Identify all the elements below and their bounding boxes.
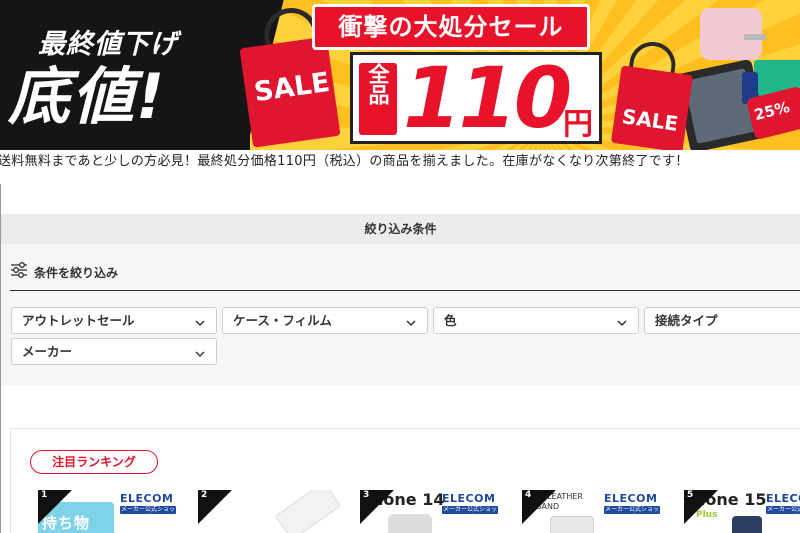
- price-box: 全品 110 円: [350, 49, 602, 147]
- chevron-down-icon: [405, 314, 417, 333]
- brand-logo: ELECOM: [766, 492, 800, 505]
- filter-select-connection-type[interactable]: 接続タイプ: [644, 307, 800, 334]
- filter-select-maker[interactable]: メーカー: [11, 338, 217, 365]
- brand-sub-text: メーカー公式ショップ: [442, 506, 497, 521]
- brand-logo: ELECOM: [120, 492, 174, 505]
- select-value: 接続タイプ: [655, 313, 718, 328]
- brand-sub-badge: メーカー公式ショップ: [120, 506, 176, 521]
- chevron-down-icon: [616, 314, 628, 333]
- banner-title: 底値!: [8, 60, 167, 133]
- product-image: [388, 514, 432, 533]
- charger-plug-icon: [744, 34, 766, 40]
- filter-sliders-icon: [10, 261, 28, 283]
- sale-price: 110: [403, 49, 572, 147]
- hero-banner[interactable]: 最終値下げ 底値! SALE 衝撃の大処分セール 全品 110 円 SALE 2…: [0, 0, 800, 150]
- all-items-text: 全品: [366, 63, 390, 105]
- rank-number: 3: [363, 490, 370, 500]
- chevron-down-icon: [194, 314, 206, 333]
- select-value: アウトレットセール: [22, 313, 135, 328]
- all-items-badge: 全品: [359, 63, 397, 135]
- brand-logo: ELECOM: [442, 492, 496, 505]
- price-currency: 円: [563, 107, 593, 142]
- rank-number: 5: [687, 490, 694, 500]
- brand-sub-badge: メーカー公式ショップ: [604, 506, 660, 521]
- product-image: [274, 490, 342, 533]
- filter-divider: [10, 290, 800, 291]
- brand-sub-text: メーカー公式ショップ: [120, 506, 175, 521]
- filter-title-row: 条件を絞り込み: [10, 262, 118, 282]
- brand-logo: ELECOM: [604, 492, 658, 505]
- rank-number: 1: [41, 490, 48, 500]
- ranking-item-1[interactable]: 持ち物 1 ELECOM メーカー公式ショップ: [38, 490, 188, 533]
- banner-headline: 衝撃の大処分セール: [338, 13, 564, 41]
- filter-select-color[interactable]: 色: [433, 307, 639, 334]
- ranking-item-2[interactable]: 2: [198, 490, 348, 533]
- product-image: [732, 516, 762, 533]
- ranking-item-4[interactable]: ID LEATHER BAND 4 ELECOM メーカー公式ショップ: [522, 490, 672, 533]
- rank-number: 2: [201, 490, 208, 500]
- rank-number: 4: [525, 490, 532, 500]
- filter-select-outlet-sale[interactable]: アウトレットセール: [11, 307, 217, 334]
- brand-sub-text: メーカー公式ショップ: [604, 506, 659, 521]
- banner-subtitle: 最終値下げ: [38, 29, 178, 60]
- ranking-item-6[interactable]: ELECOM: [766, 490, 800, 533]
- chevron-down-icon: [194, 345, 206, 364]
- filter-title: 条件を絞り込み: [34, 265, 119, 280]
- headline-ribbon: 衝撃の大処分セール: [312, 4, 590, 50]
- brand-sub-badge: メーカー公式ショップ: [442, 506, 498, 521]
- select-value: メーカー: [22, 344, 73, 359]
- filter-select-case-film[interactable]: ケース・フィルム: [222, 307, 428, 334]
- product-image: [550, 516, 594, 533]
- section-gap: [1, 386, 800, 406]
- promo-notice: 送料無料まであと少しの方必見！最終処分価格110円（税込）の商品を揃えました。在…: [0, 154, 689, 169]
- ranking-item-3[interactable]: hone 14 3 ELECOM メーカー公式ショップ: [360, 490, 510, 533]
- filter-panel-header: 絞り込み条件: [1, 214, 800, 244]
- select-value: 色: [444, 313, 457, 328]
- ranking-label: 注目ランキング: [30, 450, 158, 474]
- select-value: ケース・フィルム: [233, 313, 332, 328]
